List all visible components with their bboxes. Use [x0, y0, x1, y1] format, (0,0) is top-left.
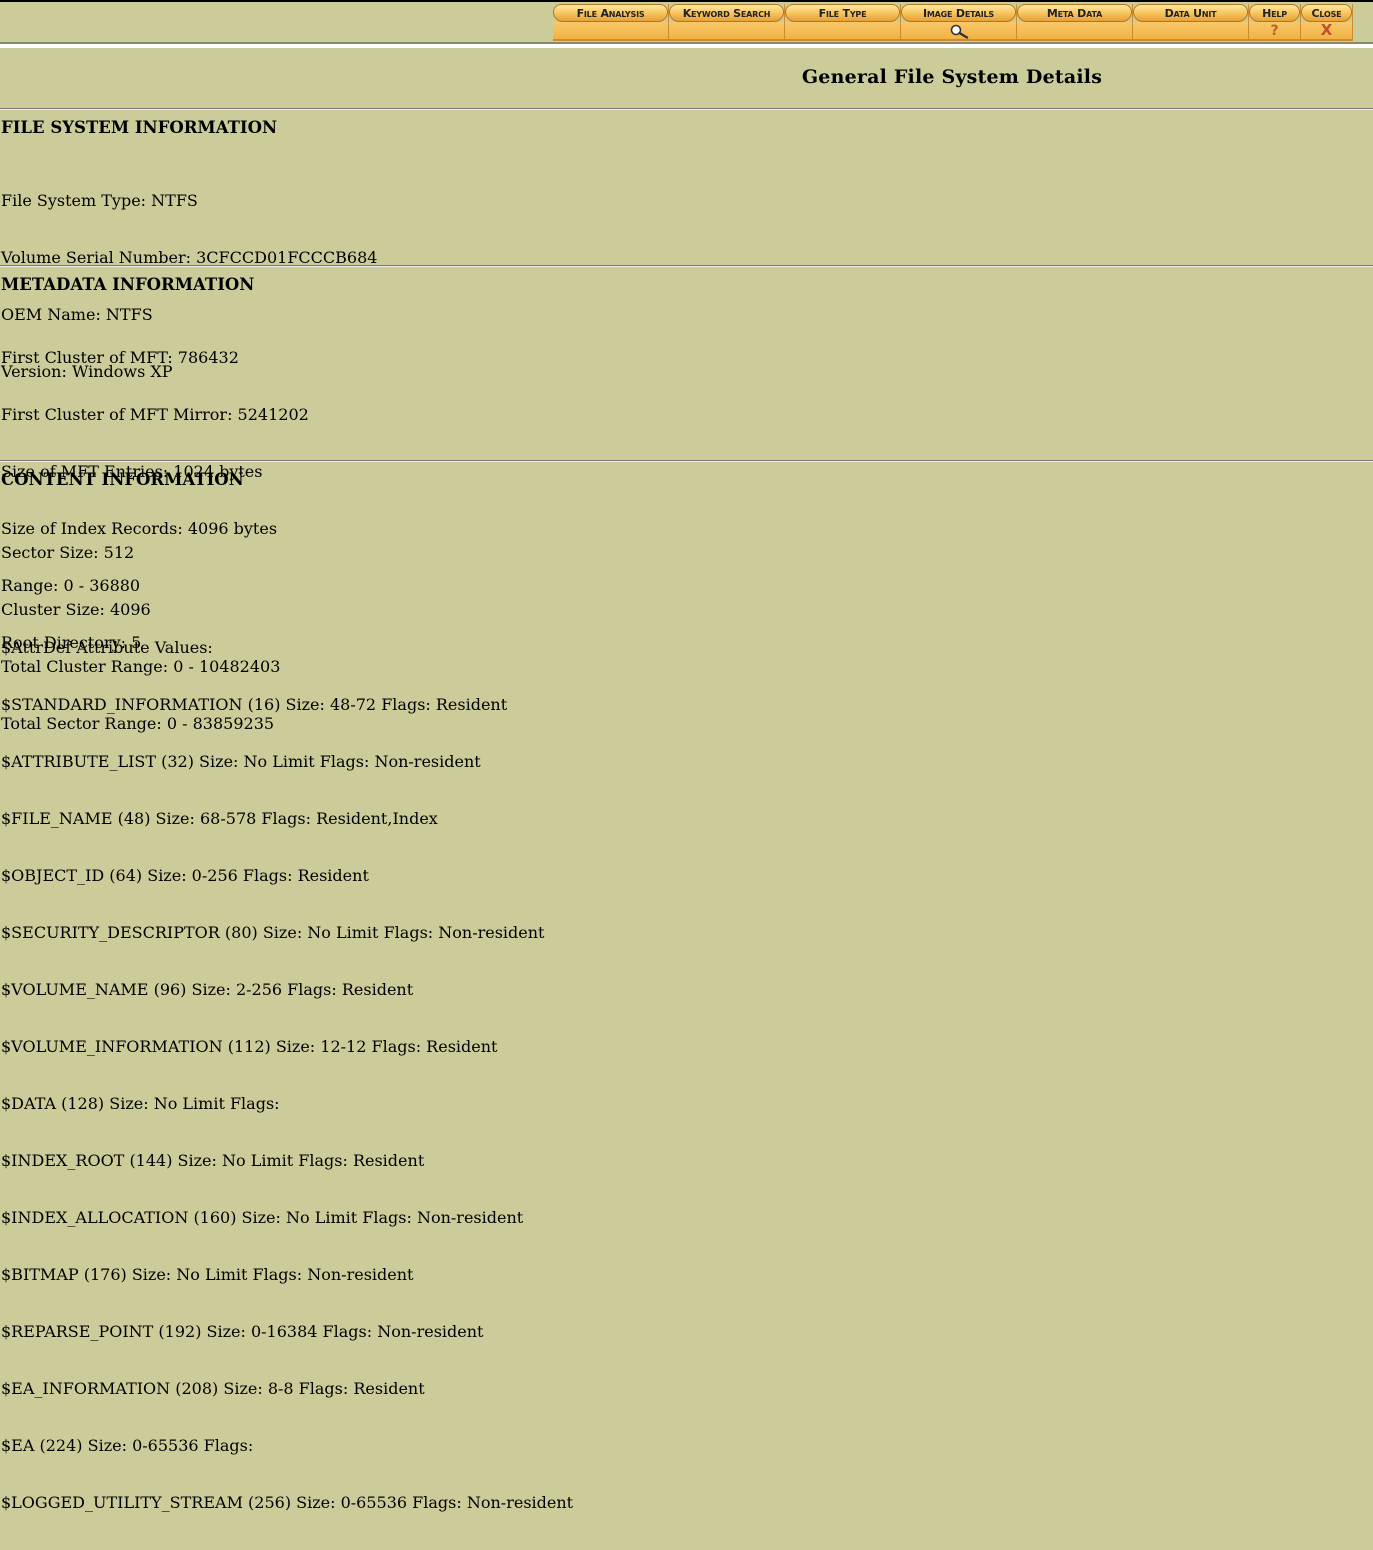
info-line: First Cluster of MFT Mirror: 5241202 [1, 405, 309, 424]
section-heading-metadata: METADATA INFORMATION [1, 275, 255, 294]
tab-label: Help [1249, 4, 1300, 22]
tab-label: File Analysis [553, 4, 668, 22]
tab-label: Keyword Search [669, 4, 784, 22]
magnifier-icon [950, 24, 968, 39]
tab-label: Close [1301, 4, 1352, 22]
attrdef-line: $INDEX_ROOT (144) Size: No Limit Flags: … [1, 1151, 425, 1170]
tab-label: Data Unit [1133, 4, 1248, 22]
close-icon: X [1320, 21, 1333, 39]
section-heading-file-system: FILE SYSTEM INFORMATION [1, 118, 278, 137]
section-divider [0, 265, 1373, 267]
attrdef-line: $EA_INFORMATION (208) Size: 8-8 Flags: R… [1, 1379, 425, 1398]
frame-divider [0, 42, 1373, 48]
attrdef-line: $REPARSE_POINT (192) Size: 0-16384 Flags… [1, 1322, 484, 1341]
attrdef-line: $SECURITY_DESCRIPTOR (80) Size: No Limit… [1, 923, 545, 942]
section-divider [0, 460, 1373, 462]
tab-label: File Type [785, 4, 900, 22]
attrdef-line: $DATA (128) Size: No Limit Flags: [1, 1094, 280, 1113]
tab-strip: File Analysis Keyword Search File Type I… [553, 4, 1353, 41]
tab-meta-data[interactable]: Meta Data [1017, 4, 1133, 41]
question-mark-icon: ? [1270, 22, 1279, 39]
close-button[interactable]: Close X [1301, 4, 1353, 41]
section-heading-content: CONTENT INFORMATION [1, 470, 244, 489]
attrdef-line: $OBJECT_ID (64) Size: 0-256 Flags: Resid… [1, 866, 369, 885]
attrdef-line: $EA (224) Size: 0-65536 Flags: [1, 1436, 254, 1455]
attrdef-heading: $AttrDef Attribute Values: [1, 638, 213, 657]
tab-data-unit[interactable]: Data Unit [1133, 4, 1249, 41]
attrdef-line: $STANDARD_INFORMATION (16) Size: 48-72 F… [1, 695, 508, 714]
page-title: General File System Details [801, 66, 1103, 88]
attrdef-line: $ATTRIBUTE_LIST (32) Size: No Limit Flag… [1, 752, 481, 771]
attrdef-line: $LOGGED_UTILITY_STREAM (256) Size: 0-655… [1, 1493, 574, 1512]
attrdef-line: $FILE_NAME (48) Size: 68-578 Flags: Resi… [1, 809, 438, 828]
tab-file-analysis[interactable]: File Analysis [553, 4, 669, 41]
top-toolbar: File Analysis Keyword Search File Type I… [0, 0, 1373, 44]
tab-keyword-search[interactable]: Keyword Search [669, 4, 785, 41]
attrdef-line: $INDEX_ALLOCATION (160) Size: No Limit F… [1, 1208, 524, 1227]
help-button[interactable]: Help ? [1249, 4, 1301, 41]
tab-label: Image Details [901, 4, 1016, 22]
tab-label: Meta Data [1017, 4, 1132, 22]
info-line: First Cluster of MFT: 786432 [1, 348, 239, 367]
attrdef-list: $AttrDef Attribute Values: $STANDARD_INF… [1, 600, 573, 1550]
attrdef-line: $BITMAP (176) Size: No Limit Flags: Non-… [1, 1265, 414, 1284]
attrdef-line: $VOLUME_NAME (96) Size: 2-256 Flags: Res… [1, 980, 414, 999]
section-divider [0, 108, 1373, 110]
info-line: Sector Size: 512 [1, 543, 135, 562]
info-line: File System Type: NTFS [1, 191, 198, 210]
tab-image-details[interactable]: Image Details [901, 4, 1017, 41]
attrdef-line: $VOLUME_INFORMATION (112) Size: 12-12 Fl… [1, 1037, 498, 1056]
tab-file-type[interactable]: File Type [785, 4, 901, 41]
